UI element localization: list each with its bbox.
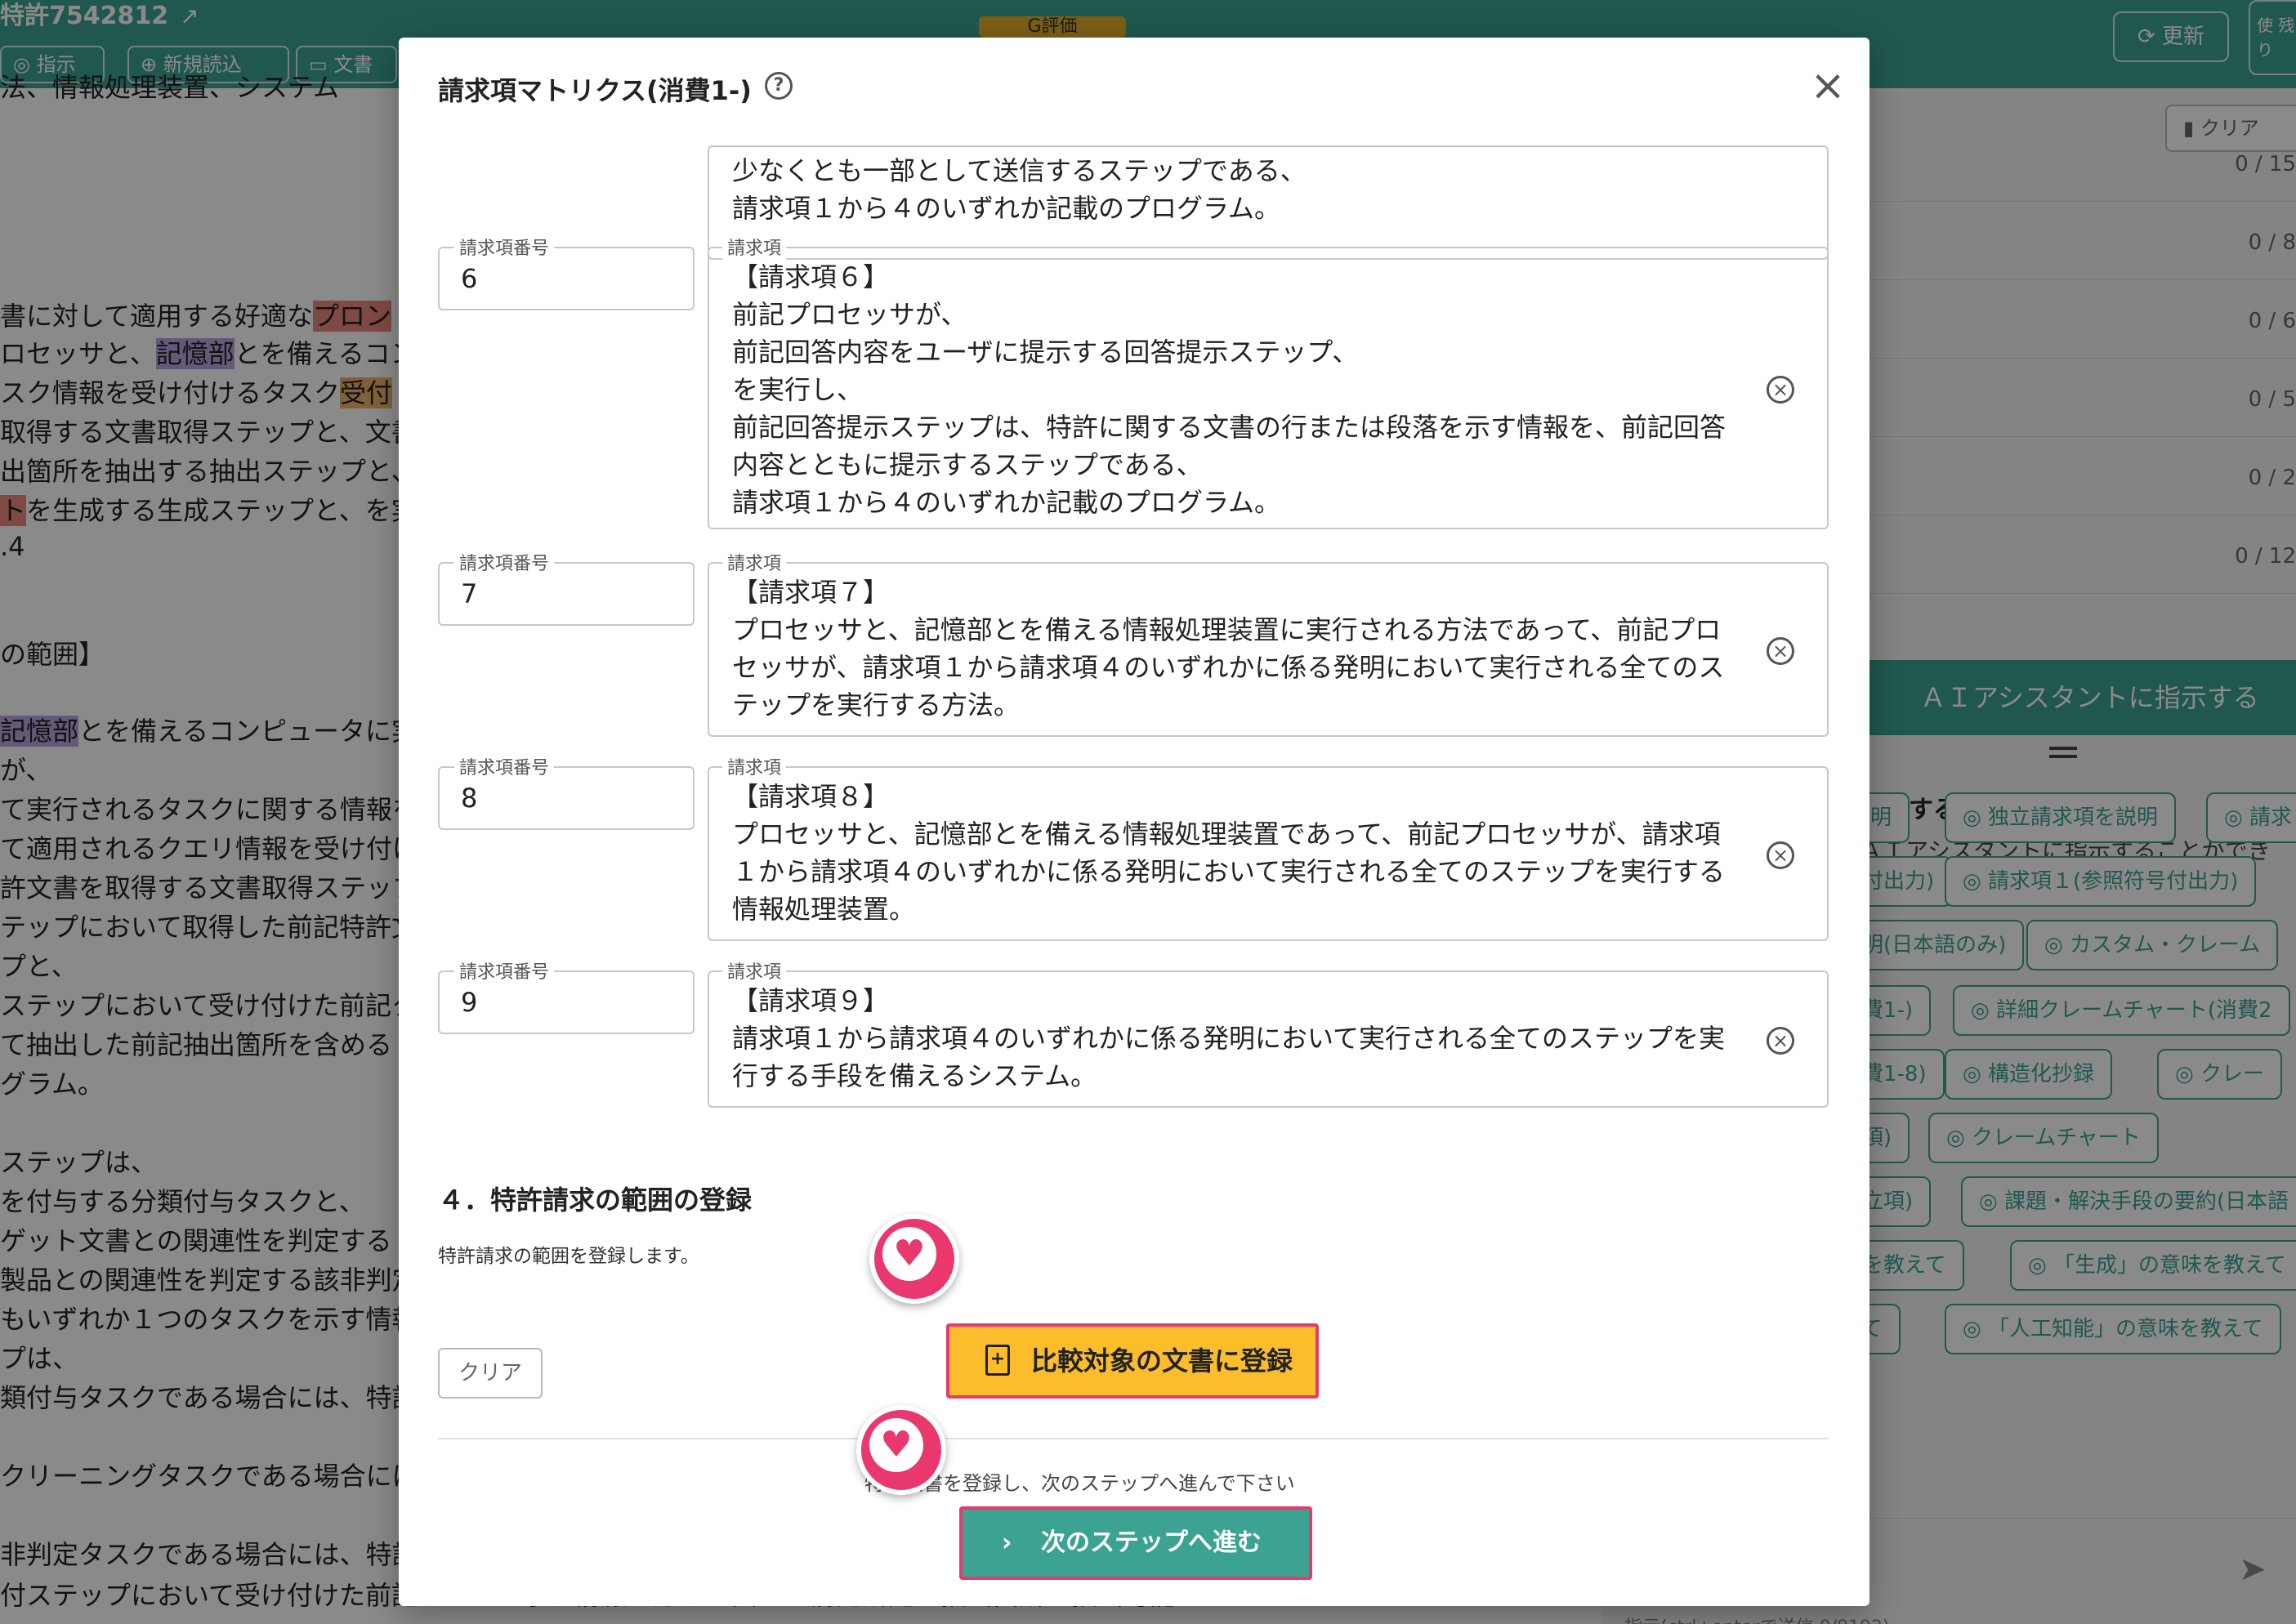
claim-text-area[interactable]: 【請求項７】プロセッサと、記憶部とを備える情報処理装置に実行される方法であって、… xyxy=(708,562,1829,737)
claim-number-label: 請求項番号 xyxy=(454,234,555,260)
claim-text-line: 前記回答提示ステップは、特許に関する文書の行または段落を示す情報を、前記回答 xyxy=(732,412,1726,443)
claim-text-line: テップを実行する方法。 xyxy=(732,689,1021,721)
claim-text-line: 【請求項９】 xyxy=(732,985,890,1016)
claim-label: 請求項 xyxy=(722,234,787,260)
claim-label: 請求項 xyxy=(722,957,787,984)
claim-text-line: 【請求項７】 xyxy=(732,577,890,608)
claim-number-label: 請求項番号 xyxy=(454,957,555,984)
claim-label: 請求項 xyxy=(722,549,787,575)
claim-text-area[interactable]: 【請求項６】前記プロセッサが、前記回答内容をユーザに提示する回答提示ステップ、を… xyxy=(708,247,1829,529)
claim-text-line: 前記回答内容をユーザに提示する回答提示ステップ、 xyxy=(732,337,1359,368)
section-description: 特許請求の範囲を登録します。 xyxy=(438,1246,699,1267)
chevron-right-icon: › xyxy=(1002,1528,1012,1557)
claim-text-line: 【請求項８】 xyxy=(732,781,890,812)
claim-number-label: 請求項番号 xyxy=(454,753,555,779)
register-comparison-button[interactable]: + 比較対象の文書に登録 xyxy=(946,1323,1319,1399)
close-icon[interactable]: × xyxy=(1806,64,1850,108)
heart-pin-icon: ♥ xyxy=(869,1214,986,1331)
claim-matrix-dialog: 請求項マトリクス(消費1-) ? × 少なくとも一部として送信するステップである… xyxy=(399,38,1869,1606)
remove-claim-icon[interactable]: × xyxy=(1767,376,1794,404)
section-title: ４．特許請求の範囲の登録 xyxy=(438,1185,753,1216)
claim-text-line: 【請求項６】 xyxy=(732,261,890,292)
claim-text-area[interactable]: 【請求項９】請求項１から請求項４のいずれかに係る発明において実行される全てのステ… xyxy=(708,970,1829,1108)
claim-text-line: 請求項１から４のいずれか記載のプログラム。 xyxy=(732,487,1281,518)
clear-claims-button[interactable]: クリア xyxy=(438,1348,543,1399)
claim-number-label: 請求項番号 xyxy=(454,549,555,575)
claim-text-line: 行する手段を備えるシステム。 xyxy=(732,1060,1097,1091)
claim-text-line: 内容とともに提示するステップである、 xyxy=(732,449,1203,480)
claim-text-area[interactable]: 少なくとも一部として送信するステップである、 請求項１から４のいずれか記載のプロ… xyxy=(708,145,1829,260)
claim-text-line: 情報処理装置。 xyxy=(732,894,916,925)
claim-text-line: 前記プロセッサが、 xyxy=(732,299,967,330)
next-step-button[interactable]: › 次のステップへ進む xyxy=(959,1506,1312,1580)
divider xyxy=(438,1438,1829,1439)
remove-claim-icon[interactable]: × xyxy=(1767,637,1794,665)
claim-text-line: プロセッサと、記憶部とを備える情報処理装置であって、前記プロセッサが、請求項 xyxy=(732,819,1721,850)
help-icon[interactable]: ? xyxy=(765,72,793,100)
heart-pin-icon: ♥ xyxy=(856,1405,973,1522)
claim-text-line: を実行し、 xyxy=(732,374,864,405)
claim-text-area[interactable]: 【請求項８】プロセッサと、記憶部とを備える情報処理装置であって、前記プロセッサが… xyxy=(708,766,1829,941)
dialog-title: 請求項マトリクス(消費1-) xyxy=(438,75,752,106)
claim-text-line: プロセッサと、記憶部とを備える情報処理装置に実行される方法であって、前記プロ xyxy=(732,614,1722,645)
claim-label: 請求項 xyxy=(722,753,787,779)
claim-text-line: 請求項１から請求項４のいずれかに係る発明において実行される全てのステップを実 xyxy=(732,1023,1726,1054)
add-document-icon: + xyxy=(985,1345,1010,1376)
remove-claim-icon[interactable]: × xyxy=(1767,1027,1794,1055)
claim-text-line: １から請求項４のいずれかに係る発明において実行される全てのステップを実行する xyxy=(732,856,1726,887)
remove-claim-icon[interactable]: × xyxy=(1767,841,1794,869)
claim-text-line: セッサが、請求項１から請求項４のいずれかに係る発明において実行される全てのス xyxy=(732,652,1725,683)
